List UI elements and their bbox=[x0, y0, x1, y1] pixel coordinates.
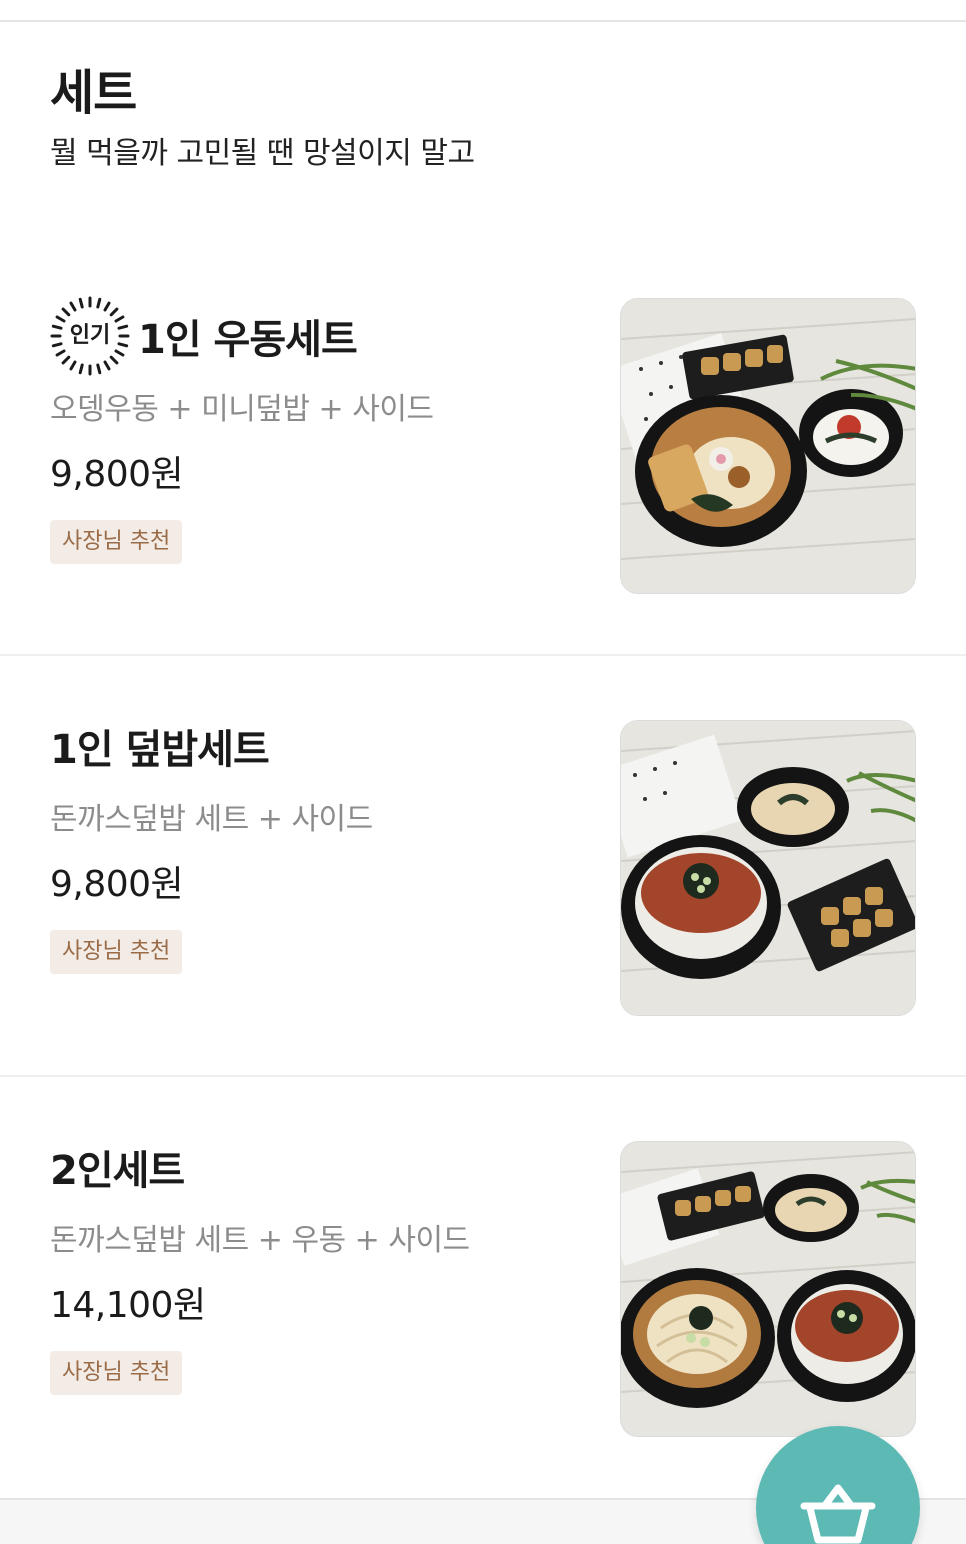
menu-item-photo[interactable] bbox=[620, 1141, 916, 1437]
owner-recommend-badge: 사장님 추천 bbox=[50, 930, 183, 974]
menu-item-name-row: 2인세트 bbox=[50, 1127, 470, 1207]
top-divider bbox=[0, 0, 966, 22]
menu-item-info: 인기 1인 우동세트 오뎅우동 + 미니덮밥 + 사이드 9,800원 사장님 … bbox=[50, 296, 434, 564]
basket-icon bbox=[800, 1484, 876, 1544]
owner-recommend-badge: 사장님 추천 bbox=[50, 1351, 183, 1395]
menu-item-description: 오뎅우동 + 미니덮밥 + 사이드 bbox=[50, 392, 434, 427]
menu-item-name-row: 1인 덮밥세트 bbox=[50, 706, 373, 786]
rice-bowl-set-photo-icon bbox=[621, 721, 915, 1015]
menu-item-info: 1인 덮밥세트 돈까스덮밥 세트 + 사이드 9,800원 사장님 추천 bbox=[50, 706, 373, 974]
udon-set-photo-icon bbox=[621, 299, 915, 593]
popular-badge: 인기 bbox=[50, 296, 130, 376]
menu-item-name: 2인세트 bbox=[50, 1148, 185, 1194]
menu-item-price: 14,100원 bbox=[50, 1285, 206, 1326]
menu-item-name-row: 인기 1인 우동세트 bbox=[50, 296, 434, 376]
two-person-set-photo-icon bbox=[621, 1142, 915, 1436]
menu-item-description: 돈까스덮밥 세트 + 사이드 bbox=[50, 802, 373, 837]
popular-label: 인기 bbox=[69, 323, 111, 348]
menu-item-name: 1인 우동세트 bbox=[138, 317, 358, 363]
menu-item-udon-set[interactable]: 인기 1인 우동세트 오뎅우동 + 미니덮밥 + 사이드 9,800원 사장님 … bbox=[0, 246, 966, 666]
owner-recommend-badge: 사장님 추천 bbox=[50, 520, 183, 564]
menu-item-price: 9,800원 bbox=[50, 454, 184, 495]
menu-item-description: 돈까스덮밥 세트 + 우동 + 사이드 bbox=[50, 1223, 470, 1258]
menu-item-info: 2인세트 돈까스덮밥 세트 + 우동 + 사이드 14,100원 사장님 추천 bbox=[50, 1127, 470, 1395]
section-header: 세트 뭘 먹을까 고민될 땐 망설이지 말고 bbox=[50, 62, 475, 174]
menu-item-rice-bowl-set[interactable]: 1인 덮밥세트 돈까스덮밥 세트 + 사이드 9,800원 사장님 추천 bbox=[0, 654, 966, 1074]
menu-item-price: 9,800원 bbox=[50, 864, 184, 905]
menu-item-photo[interactable] bbox=[620, 298, 916, 594]
menu-item-photo[interactable] bbox=[620, 720, 916, 1016]
section-title: 세트 bbox=[50, 65, 137, 121]
menu-item-name: 1인 덮밥세트 bbox=[50, 727, 270, 773]
section-description: 뭘 먹을까 고민될 땐 망설이지 말고 bbox=[50, 136, 475, 171]
